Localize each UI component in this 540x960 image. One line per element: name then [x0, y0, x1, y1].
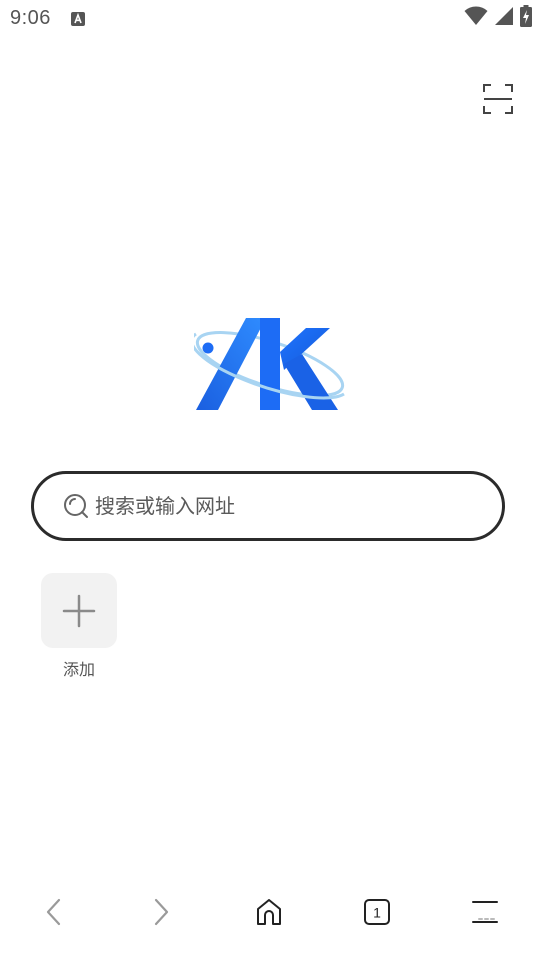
add-shortcut-button[interactable]: 添加: [41, 573, 117, 680]
browser-logo: [190, 314, 348, 414]
app-notification-icon: [71, 11, 85, 26]
home-icon: [257, 899, 281, 925]
bottom-navigation: 1: [0, 880, 540, 944]
cell-signal-icon: [494, 6, 514, 30]
add-shortcut-label: 添加: [62, 660, 95, 679]
status-time: 9:06: [10, 7, 51, 29]
forward-button[interactable]: [143, 894, 179, 930]
scan-button[interactable]: [482, 83, 514, 115]
ak-orbit-logo: [190, 318, 345, 410]
chevron-right-icon: [154, 898, 169, 926]
wifi-icon: [464, 6, 488, 30]
menu-icon: [472, 901, 498, 923]
tab-counter-icon: 1: [364, 899, 390, 925]
status-bar: 9:06: [0, 0, 540, 38]
chevron-left-icon: [46, 898, 61, 926]
home-button[interactable]: [251, 894, 287, 930]
status-right-icons: [464, 5, 532, 31]
tabs-button[interactable]: 1: [359, 894, 395, 930]
add-shortcut-tile[interactable]: [41, 573, 117, 648]
search-bar[interactable]: [31, 471, 505, 541]
tab-count: 1: [373, 905, 381, 921]
search-icon: [63, 493, 89, 519]
back-button[interactable]: [36, 894, 72, 930]
menu-button[interactable]: [467, 894, 503, 930]
plus-icon: [62, 594, 96, 627]
battery-charging-icon: [520, 5, 532, 31]
scan-frame-icon: [483, 84, 513, 114]
search-input[interactable]: [95, 486, 455, 526]
